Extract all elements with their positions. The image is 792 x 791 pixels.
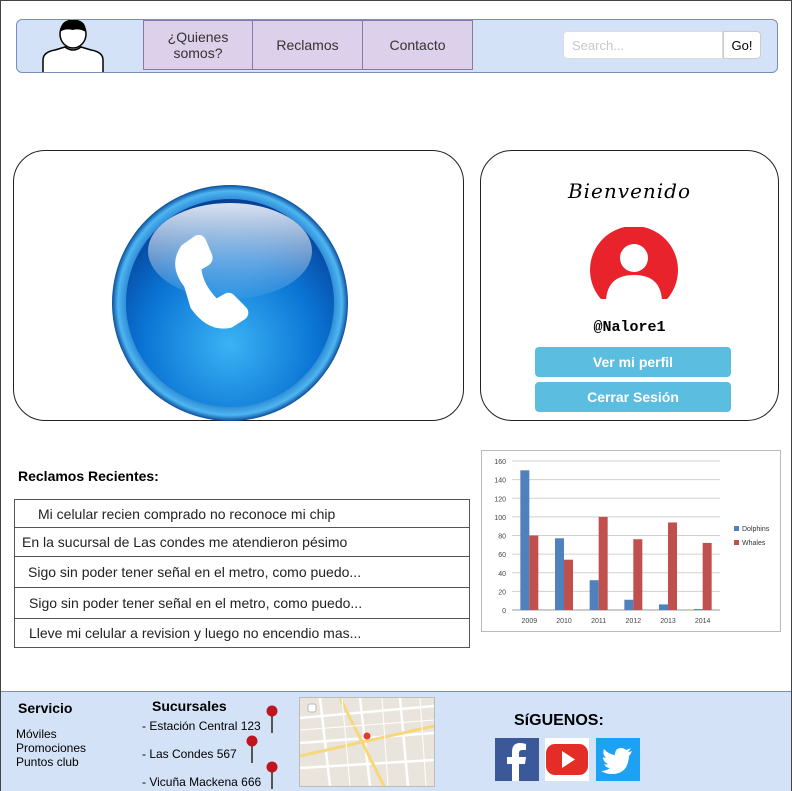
follow-us-title: SíGUENOS: (514, 712, 604, 729)
welcome-panel: Bienvenido @Nalore1 Ver mi perfil Cerrar… (480, 150, 779, 421)
chart-y-tick-label: 140 (494, 478, 506, 485)
claim-item[interactable]: Lleve mi celular a revision y luego no e… (14, 619, 470, 648)
chart-x-tick-label: 2010 (556, 618, 572, 625)
chart-svg: 0 20 40 60 80 100 120 140 160 2009 2010 2011 2012 201… (494, 459, 770, 625)
chart-y-tick-label: 160 (494, 459, 506, 466)
chart-bar (633, 539, 643, 610)
chart-legend-label: Whales (742, 540, 766, 547)
chart-x-tick-label: 2011 (591, 618, 606, 625)
search-go-button[interactable]: Go! (723, 31, 761, 59)
chart-bar (624, 599, 634, 610)
recent-claims-title: Reclamos Recientes: (18, 468, 159, 484)
map-pin-icon (266, 705, 278, 733)
phone-icon (112, 185, 348, 421)
youtube-icon[interactable] (545, 738, 589, 781)
chart-legend-label: Dolphins (742, 526, 770, 533)
chart-y-tick-label: 0 (502, 608, 506, 615)
claim-item[interactable]: Sigo sin poder tener señal en el metro, … (14, 557, 470, 588)
chart-bar (520, 470, 530, 610)
service-link-mobiles[interactable]: Móviles (16, 727, 57, 741)
chart-bar (598, 516, 608, 610)
chart-y-tick-label: 80 (498, 534, 506, 541)
chart-y-tick-label: 60 (498, 552, 506, 559)
chart-bar (659, 604, 668, 610)
chart-x-tick-label: 2014 (695, 618, 711, 625)
chart-bar (693, 609, 703, 610)
chart-bar (702, 542, 712, 610)
chart-bar (555, 538, 564, 610)
user-avatar-icon[interactable] (41, 20, 105, 72)
branch-item[interactable]: - Las Condes 567 (142, 747, 237, 761)
claim-item[interactable]: En la sucursal de Las condes me atendier… (14, 528, 470, 557)
claim-item[interactable]: Mi celular recien comprado no reconoce m… (14, 499, 470, 528)
twitter-icon[interactable] (596, 738, 640, 781)
recent-claims-list: Mi celular recien comprado no reconoce m… (14, 499, 470, 648)
nav-item-contact[interactable]: Contacto (362, 20, 473, 70)
map-pin-icon (266, 761, 278, 789)
chart-x-tick-label: 2009 (522, 618, 538, 625)
service-link-promotions[interactable]: Promociones (16, 741, 86, 755)
chart-x-tick-label: 2013 (660, 618, 676, 625)
chart-y-tick-label: 40 (498, 571, 506, 578)
claim-item[interactable]: Sigo sin poder tener señal en el metro, … (14, 588, 470, 619)
logout-button[interactable]: Cerrar Sesión (535, 382, 731, 412)
chart-bar (589, 580, 599, 610)
chart-legend-swatch (734, 526, 739, 531)
chart-y-tick-label: 20 (498, 589, 506, 596)
facebook-icon[interactable] (495, 738, 539, 781)
nav-about-label: ¿Quienes somos? (167, 29, 229, 61)
username-label: @Nalore1 (593, 319, 666, 336)
chart-y-tick-label: 120 (494, 496, 506, 503)
claims-chart: 0 20 40 60 80 100 120 140 160 2009 2010 2011 2012 201… (481, 450, 781, 632)
branch-item[interactable]: - Estación Central 123 (142, 719, 261, 733)
chart-bar (668, 522, 677, 610)
chart-bar (529, 535, 539, 610)
view-profile-button[interactable]: Ver mi perfil (535, 347, 731, 377)
nav-contact-label: Contacto (389, 37, 446, 53)
service-title: Servicio (18, 700, 73, 716)
branches-title: Sucursales (152, 698, 227, 714)
search-input[interactable] (563, 31, 723, 59)
footer: Servicio Móviles Promociones Puntos club… (1, 691, 791, 791)
branches-map[interactable] (299, 697, 435, 787)
chart-y-tick-label: 100 (494, 515, 506, 522)
chart-legend-swatch (734, 540, 739, 545)
nav-item-claims[interactable]: Reclamos (252, 20, 363, 70)
branch-item[interactable]: - Vicuña Mackena 666 (142, 775, 261, 789)
chart-x-tick-label: 2012 (626, 618, 642, 625)
nav-claims-label: Reclamos (276, 37, 339, 53)
top-navbar: ¿Quienes somos? Reclamos Contacto Go! (16, 19, 778, 73)
map-pin-icon (246, 735, 258, 763)
welcome-title: Bienvenido (567, 179, 692, 203)
hero-panel (13, 150, 464, 421)
profile-avatar-icon (590, 227, 678, 299)
nav-item-about[interactable]: ¿Quienes somos? (143, 20, 253, 70)
chart-bar (564, 559, 573, 610)
service-link-points[interactable]: Puntos club (16, 755, 79, 769)
